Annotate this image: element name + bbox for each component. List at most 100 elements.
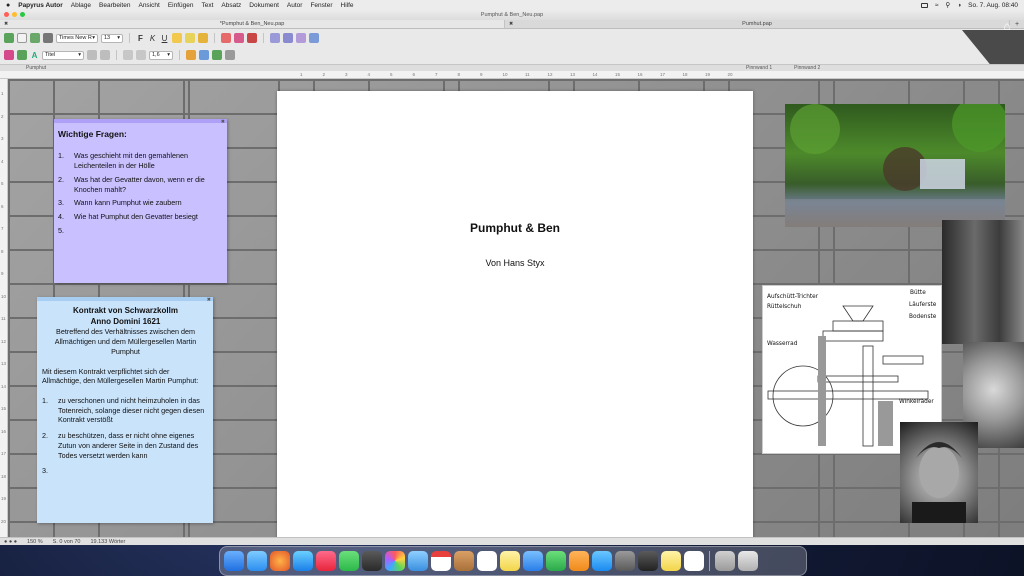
pages-icon[interactable]	[569, 551, 589, 571]
stickies-icon[interactable]	[661, 551, 681, 571]
zoom-window-button[interactable]	[20, 12, 25, 17]
number-list-icon[interactable]	[100, 50, 110, 60]
close-window-button[interactable]	[4, 12, 9, 17]
boy-portrait-photo[interactable]	[900, 422, 978, 523]
menu-autor[interactable]: Autor	[287, 2, 303, 9]
list-item: 2. Was hat der Gevatter davon, wenn er di…	[58, 175, 224, 194]
export-icon[interactable]	[17, 50, 27, 60]
redo-icon[interactable]	[225, 50, 235, 60]
open-document-icon[interactable]	[30, 33, 40, 43]
save-icon[interactable]	[4, 50, 14, 60]
finder-icon[interactable]	[224, 551, 244, 571]
zoom-level[interactable]: 150 %	[27, 539, 43, 545]
menu-dokument[interactable]: Dokument	[249, 2, 279, 9]
comment-icon[interactable]	[198, 33, 208, 43]
duden-icon[interactable]	[247, 33, 257, 43]
spellcheck-icon[interactable]	[234, 33, 244, 43]
underline-button[interactable]: U	[160, 34, 169, 43]
page-indicator[interactable]: S. 0 von 70	[53, 539, 81, 545]
readability-icon[interactable]	[283, 33, 293, 43]
menu-hilfe[interactable]: Hilfe	[341, 2, 354, 9]
menu-bearbeiten[interactable]: Bearbeiten	[99, 2, 130, 9]
note-icon[interactable]	[185, 33, 195, 43]
photo-booth-icon[interactable]	[362, 551, 382, 571]
menu-text[interactable]: Text	[201, 2, 213, 9]
tab-close-icon[interactable]: ✖	[4, 21, 8, 27]
tab-close-icon[interactable]: ✖	[509, 21, 513, 27]
note-close-icon[interactable]: ✖	[207, 297, 211, 304]
tab-document-2[interactable]: ✖ Pumhut.pap	[505, 20, 1010, 28]
document-author[interactable]: Von Hans Styx	[277, 258, 753, 268]
safari-icon[interactable]	[293, 551, 313, 571]
menu-ansicht[interactable]: Ansicht	[138, 2, 159, 9]
text-style-icon[interactable]: A	[30, 51, 39, 60]
notes-icon[interactable]	[500, 551, 520, 571]
maps-icon[interactable]	[408, 551, 428, 571]
control-center-icon[interactable]: ◑	[957, 2, 961, 9]
home-corner-panel	[962, 30, 1024, 68]
image-icon[interactable]	[186, 50, 196, 60]
paragraph-style-select[interactable]: Titel ▾	[42, 50, 84, 60]
waterfall-mill-photo[interactable]	[785, 104, 1005, 227]
mail-icon[interactable]	[247, 551, 267, 571]
wifi-icon[interactable]: ≈	[935, 2, 939, 9]
battery-icon[interactable]	[920, 2, 928, 8]
numbers-icon[interactable]	[546, 551, 566, 571]
navigator-icon[interactable]	[296, 33, 306, 43]
statusbar-icons[interactable]: ● ● ●	[4, 539, 17, 545]
note-close-icon[interactable]: ✖	[221, 119, 225, 126]
document-title[interactable]: Pumphut & Ben	[277, 221, 753, 235]
highlight-icon[interactable]	[172, 33, 182, 43]
print-icon[interactable]	[43, 33, 53, 43]
firefox-icon[interactable]	[270, 551, 290, 571]
menu-einfuegen[interactable]: Einfügen	[168, 2, 194, 9]
calendar-icon[interactable]	[431, 551, 451, 571]
list-item: 3.	[42, 466, 209, 476]
music-icon[interactable]	[316, 551, 336, 571]
papyrus-icon[interactable]	[684, 551, 704, 571]
bullet-list-icon[interactable]	[87, 50, 97, 60]
contacts-icon[interactable]	[454, 551, 474, 571]
table-icon[interactable]	[199, 50, 209, 60]
align-justify-icon[interactable]	[136, 50, 146, 60]
note-contract[interactable]: ✖ Kontrakt von Schwarzkollm Anno Domini …	[37, 297, 213, 523]
tab-document-1[interactable]: ✖ *Pumphut & Ben_Neu.pap	[0, 20, 505, 28]
font-size-select[interactable]: 13 ▾	[101, 33, 123, 43]
search-icon[interactable]: ⚲	[945, 1, 950, 9]
bold-button[interactable]: F	[136, 34, 145, 43]
chat-icon[interactable]	[309, 33, 319, 43]
system-settings-icon[interactable]	[615, 551, 635, 571]
font-family-select[interactable]: Times New R ▾	[56, 33, 98, 43]
reminders-icon[interactable]	[477, 551, 497, 571]
align-left-icon[interactable]	[123, 50, 133, 60]
horizontal-ruler[interactable]: 1 2 3 4 5 6 7 8 9 10 11 12 13 14 15 16 17 18 19 20	[0, 71, 1024, 79]
menu-ablage[interactable]: Ablage	[71, 2, 91, 9]
app-store-icon[interactable]	[592, 551, 612, 571]
downloads-icon[interactable]	[715, 551, 735, 571]
undo-icon[interactable]	[212, 50, 222, 60]
line-spacing-select[interactable]: 1,6 ▾	[149, 50, 173, 60]
mill-wheel-photo[interactable]	[942, 220, 1024, 344]
apple-menu-icon[interactable]: ●	[6, 2, 10, 9]
menu-fenster[interactable]: Fenster	[310, 2, 332, 9]
home-icon[interactable]: ⌂	[1000, 19, 1014, 33]
menu-absatz[interactable]: Absatz	[221, 2, 241, 9]
new-document-icon[interactable]	[17, 33, 27, 43]
menubar-clock[interactable]: So. 7. Aug. 08:40	[968, 2, 1018, 9]
menu-app-name[interactable]: Papyrus Autor	[18, 2, 63, 9]
photos-icon[interactable]	[385, 551, 405, 571]
trash-icon[interactable]	[738, 551, 758, 571]
style-analysis-icon[interactable]	[270, 33, 280, 43]
italic-button[interactable]: K	[148, 34, 157, 43]
messages-icon[interactable]	[339, 551, 359, 571]
spreadsheet-icon[interactable]	[4, 33, 14, 43]
toolbar-separator	[263, 33, 264, 43]
minimize-window-button[interactable]	[12, 12, 17, 17]
window-titlebar: Pumphut & Ben_Neu.pap	[0, 10, 1024, 20]
vertical-ruler[interactable]: 1 2 3 4 5 6 7 8 9 10 11 12 13 14 15 16 17 18 19 20	[0, 79, 8, 537]
document-page[interactable]: Pumphut & Ben Von Hans Styx	[277, 91, 753, 537]
search-replace-icon[interactable]	[221, 33, 231, 43]
calculator-icon[interactable]	[638, 551, 658, 571]
note-questions[interactable]: ✖ Wichtige Fragen: 1. Was geschieht mit d…	[54, 119, 227, 283]
keynote-icon[interactable]	[523, 551, 543, 571]
